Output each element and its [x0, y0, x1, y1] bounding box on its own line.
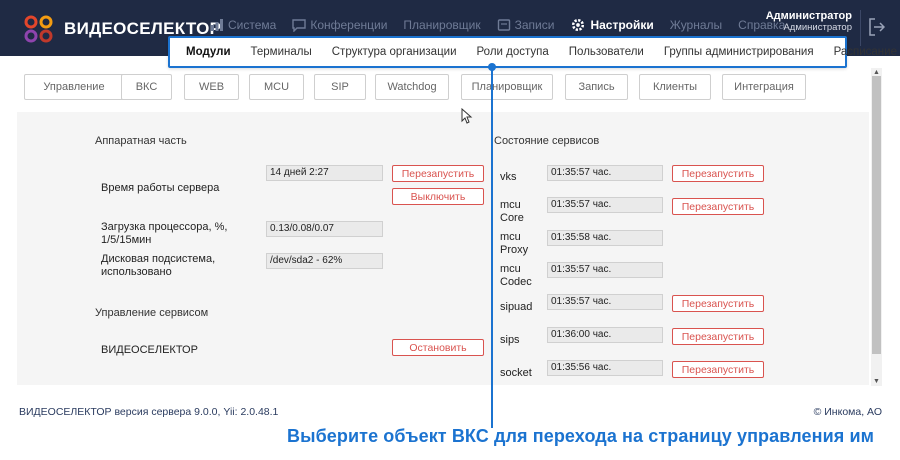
cpu-label: Загрузка процессора, %, 1/5/15мин — [101, 221, 228, 246]
mouse-cursor-icon — [461, 108, 473, 124]
subnav-item-admin-groups[interactable]: Группы администрирования — [664, 46, 814, 58]
server-restart-button[interactable]: Перезапустить — [392, 165, 484, 182]
nav-label: Журналы — [669, 18, 723, 32]
nav-label: Настройки — [590, 18, 654, 32]
service-row-uptime: 01:35:57 час. — [547, 197, 663, 213]
subnav-item-org-structure[interactable]: Структура организации — [332, 46, 457, 58]
scroll-thumb[interactable] — [872, 76, 881, 354]
nav-item-journals[interactable]: Журналы — [670, 18, 722, 32]
tab-scheduler[interactable]: Планировщик — [461, 74, 553, 100]
tab-clients[interactable]: Клиенты — [639, 74, 711, 100]
subnav-item-terminals[interactable]: Терминалы — [251, 46, 312, 58]
nav-item-scheduler[interactable]: Планировщик — [403, 18, 480, 32]
copyright: © Инкома, АО — [813, 406, 882, 418]
service-row-uptime: 01:36:00 час. — [547, 327, 663, 343]
divider — [860, 10, 861, 46]
tab-management[interactable]: Управление — [24, 74, 124, 100]
tab-watchdog[interactable]: Watchdog — [375, 74, 449, 100]
disk-field: /dev/sda2 - 62% — [266, 253, 383, 269]
services-title: Состояние сервисов — [494, 135, 600, 147]
annotation-pointer-dot — [488, 63, 496, 71]
modules-panel: Аппаратная часть Время работы сервера 14… — [17, 112, 869, 385]
service-row-uptime: 01:35:57 час. — [547, 262, 663, 278]
record-icon — [497, 19, 510, 31]
cpu-field: 0.13/0.08/0.07 — [266, 221, 383, 237]
subnav-item-modules[interactable]: Модули — [186, 46, 231, 58]
service-restart-button[interactable]: Перезапустить — [672, 361, 764, 378]
uptime-field: 14 дней 2:27 — [266, 165, 383, 181]
disk-label: Дисковая подсистема, использовано — [101, 253, 216, 278]
service-row-uptime: 01:35:57 час. — [547, 165, 663, 181]
nav-item-conferences[interactable]: Конференции — [292, 18, 387, 32]
logout-icon[interactable] — [869, 18, 885, 36]
logo-icon — [24, 15, 53, 43]
service-row-name: mcu Core — [500, 199, 524, 224]
nav-item-records[interactable]: Записи — [497, 18, 555, 32]
uptime-label: Время работы сервера — [101, 182, 220, 194]
server-shutdown-button[interactable]: Выключить — [392, 188, 484, 205]
hardware-title: Аппаратная часть — [95, 135, 187, 147]
service-row-uptime: 01:35:56 час. — [547, 360, 663, 376]
service-row-uptime: 01:35:58 час. — [547, 230, 663, 246]
main-nav: Система Конференции Планировщик Записи Н… — [210, 17, 801, 33]
tab-mcu[interactable]: MCU — [249, 74, 304, 100]
service-row-uptime: 01:35:57 час. — [547, 294, 663, 310]
nav-label: Планировщик — [403, 18, 481, 32]
settings-subnav: Модули Терминалы Структура организации Р… — [168, 36, 897, 68]
nav-item-settings[interactable]: Настройки — [570, 17, 654, 33]
subnav-item-users[interactable]: Пользователи — [569, 46, 644, 58]
scroll-down-icon[interactable]: ▼ — [873, 378, 880, 385]
annotation-pointer-line — [491, 66, 493, 428]
service-restart-button[interactable]: Перезапустить — [672, 328, 764, 345]
nav-label: Записи — [514, 18, 555, 32]
user-role: Администратор — [783, 21, 852, 33]
service-restart-button[interactable]: Перезапустить — [672, 198, 764, 215]
chart-icon — [211, 19, 223, 31]
user-menu[interactable]: Администратор Администратор — [765, 10, 852, 33]
service-row-name: socket — [500, 367, 532, 379]
service-restart-button[interactable]: Перезапустить — [672, 295, 764, 312]
scroll-up-icon[interactable]: ▲ — [873, 69, 880, 76]
tab-vks[interactable]: ВКС — [121, 74, 172, 100]
tab-integration[interactable]: Интеграция — [722, 74, 806, 100]
service-restart-button[interactable]: Перезапустить — [672, 165, 764, 182]
annotation-caption: Выберите объект ВКС для перехода на стра… — [287, 426, 875, 446]
chat-icon — [292, 19, 307, 32]
user-name: Администратор — [765, 10, 852, 22]
service-stop-button[interactable]: Остановить — [392, 339, 484, 356]
nav-item-system[interactable]: Система — [210, 18, 276, 32]
subnav-item-access-roles[interactable]: Роли доступа — [477, 46, 549, 58]
service-row-name: sips — [500, 334, 520, 346]
service-row-name: mcu Proxy — [500, 231, 529, 256]
service-row-name: sipuad — [500, 301, 533, 313]
nav-label: Система — [228, 18, 277, 32]
service-row-name: mcu Codec — [500, 263, 532, 288]
gear-icon — [572, 18, 585, 32]
tab-web[interactable]: WEB — [184, 74, 239, 100]
nav-label: Конференции — [310, 18, 388, 32]
subnav-item-schedule[interactable]: Расписание — [834, 46, 897, 58]
scrollbar[interactable]: ▲ ▼ — [871, 68, 882, 386]
tab-sip[interactable]: SIP — [314, 74, 366, 100]
service-row-name: vks — [500, 171, 517, 183]
server-version: ВИДЕОСЕЛЕКТОР версия сервера 9.0.0, Yii:… — [19, 406, 279, 418]
service-control-title: Управление сервисом — [95, 307, 209, 319]
service-name: ВИДЕОСЕЛЕКТОР — [101, 344, 198, 356]
tab-recording[interactable]: Запись — [565, 74, 628, 100]
